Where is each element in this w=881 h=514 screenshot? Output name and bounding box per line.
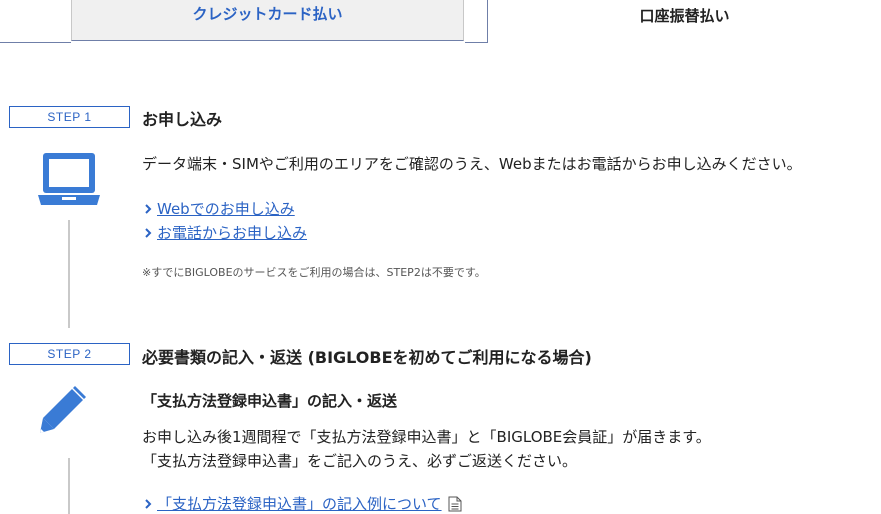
web-application-link-label[interactable]: Webでのお申し込み bbox=[157, 198, 295, 219]
tab-divider-middle bbox=[465, 0, 487, 43]
chevron-right-icon bbox=[145, 498, 152, 509]
document-icon bbox=[448, 496, 462, 511]
chevron-right-icon bbox=[145, 203, 152, 214]
laptop-icon bbox=[38, 153, 100, 205]
form-example-link[interactable]: 「支払方法登録申込書」の記入例について bbox=[142, 493, 462, 514]
phone-application-link-label[interactable]: お電話からお申し込み bbox=[157, 222, 307, 243]
step1-note: ※すでにBIGLOBEのサービスをご利用の場合は、STEP2は不要です。 bbox=[142, 266, 486, 279]
form-example-link-label[interactable]: 「支払方法登録申込書」の記入例について bbox=[157, 493, 442, 514]
web-application-link[interactable]: Webでのお申し込み bbox=[142, 198, 295, 219]
step2-description-line2: 「支払方法登録申込書」をご記入のうえ、必ずご返送ください。 bbox=[142, 452, 578, 470]
step1-badge: STEP 1 bbox=[9, 106, 130, 128]
step2-connector-line bbox=[68, 458, 70, 514]
step1-description: データ端末・SIMやご利用のエリアをご確認のうえ、Webまたはお電話からお申し込… bbox=[142, 155, 802, 173]
step2-subheading: 「支払方法登録申込書」の記入・返送 bbox=[142, 392, 398, 410]
tab-credit-card[interactable]: クレジットカード払い bbox=[71, 0, 464, 41]
payment-method-tabs: クレジットカード払い 口座振替払い bbox=[0, 0, 881, 43]
tab-bank-transfer[interactable]: 口座振替払い bbox=[487, 0, 881, 43]
step2-title: 必要書類の記入・返送 (BIGLOBEを初めてご利用になる場合) bbox=[142, 348, 592, 367]
step2-badge: STEP 2 bbox=[9, 343, 130, 365]
step2-description-line1: お申し込み後1週間程で「支払方法登録申込書」と「BIGLOBE会員証」が届きます… bbox=[142, 428, 711, 446]
phone-application-link[interactable]: お電話からお申し込み bbox=[142, 222, 307, 243]
step1-connector-line bbox=[68, 220, 70, 328]
pencil-icon bbox=[40, 386, 86, 433]
step1-title: お申し込み bbox=[142, 110, 223, 129]
chevron-right-icon bbox=[145, 227, 152, 238]
tab-divider-left bbox=[0, 0, 71, 43]
